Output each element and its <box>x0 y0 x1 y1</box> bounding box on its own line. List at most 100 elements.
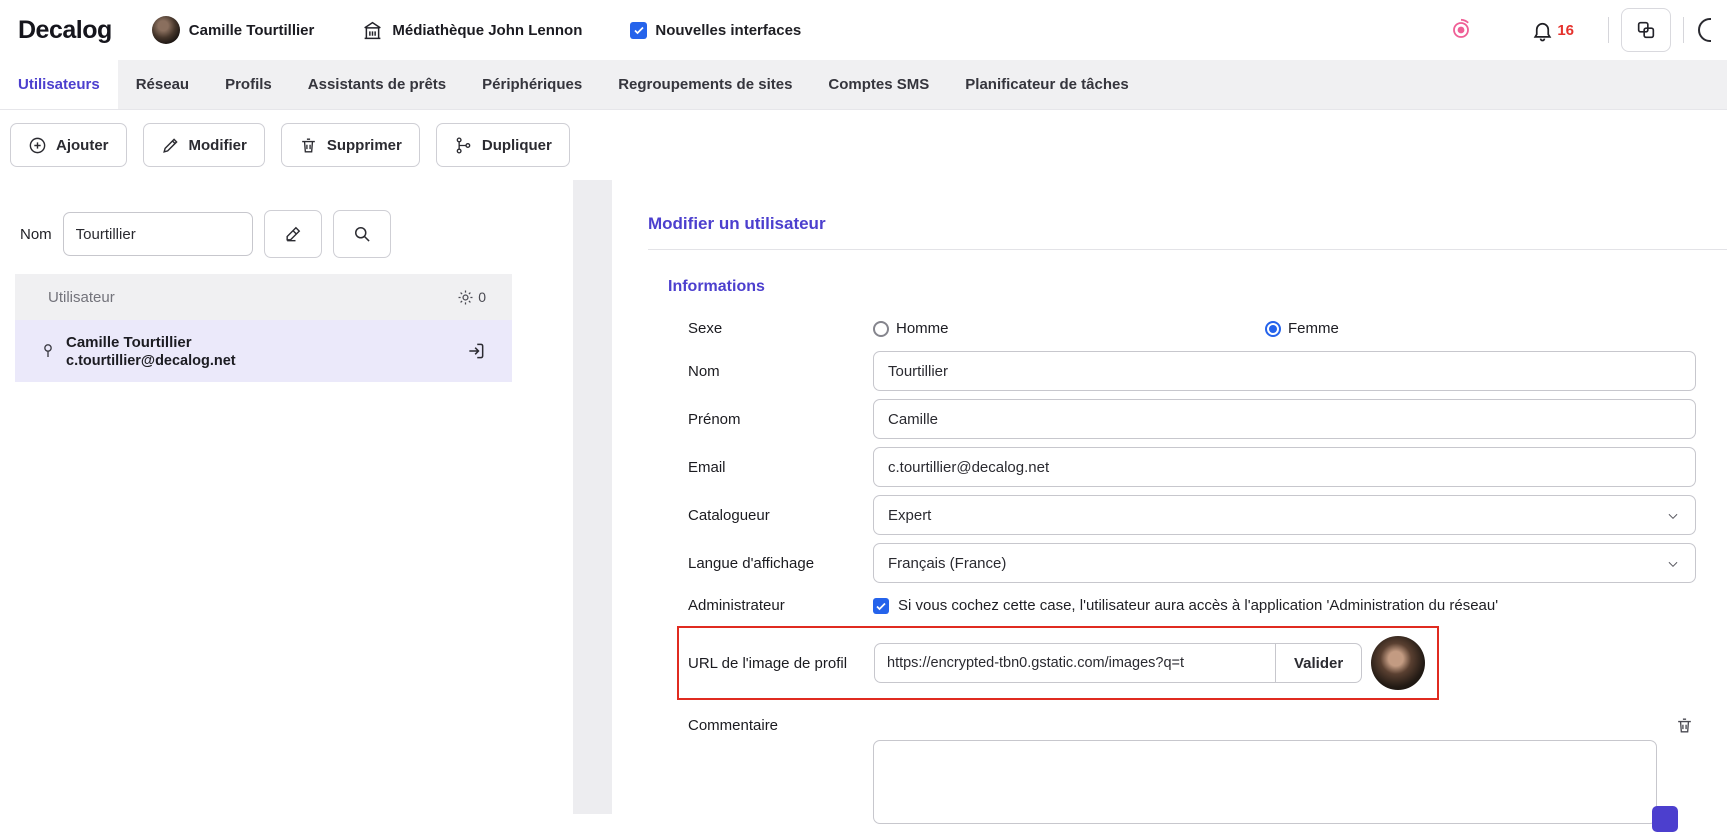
page-title: Modifier un utilisateur <box>648 214 1727 234</box>
eraser-icon <box>283 224 303 244</box>
title-divider <box>648 249 1727 250</box>
commentaire-row: Commentaire <box>688 716 1696 824</box>
tab-planificateur-de-taches[interactable]: Planificateur de tâches <box>947 60 1146 109</box>
edit-button[interactable]: Modifier <box>143 123 265 167</box>
delete-button[interactable]: Supprimer <box>281 123 420 167</box>
admin-row: Administrateur Si vous cochez cette case… <box>688 597 1696 614</box>
delete-button-label: Supprimer <box>327 137 402 154</box>
library-icon <box>362 20 383 41</box>
user-identity: Camille Tourtillier c.tourtillier@decalo… <box>66 334 236 369</box>
user-list-item-selected[interactable]: Camille Tourtillier c.tourtillier@decalo… <box>15 320 512 382</box>
langue-select[interactable]: Français (France) <box>873 543 1696 583</box>
module-tabs: Utilisateurs Réseau Profils Assistants d… <box>0 60 1727 110</box>
user-form: Sexe Homme Femme Nom <box>612 320 1727 824</box>
nom-input[interactable] <box>873 351 1696 391</box>
radio-homme-label: Homme <box>896 320 949 337</box>
logout-icon-partial[interactable] <box>1698 17 1711 43</box>
email-input[interactable] <box>873 447 1696 487</box>
current-user-chip[interactable]: Camille Tourtillier <box>152 16 315 44</box>
duplicate-button-label: Dupliquer <box>482 137 552 154</box>
catalogueur-label: Catalogueur <box>688 507 873 524</box>
top-header: Decalog Camille Tourtillier Médiathèque … <box>0 0 1727 60</box>
add-button[interactable]: Ajouter <box>10 123 127 167</box>
commentaire-controls <box>873 716 1696 824</box>
radio-checked-icon[interactable] <box>1265 321 1281 337</box>
users-list-panel: Nom Utilisateur 0 <box>0 180 573 814</box>
new-interfaces-toggle[interactable]: Nouvelles interfaces <box>630 22 801 39</box>
catalogueur-value: Expert <box>888 507 931 524</box>
scroll-top-button-partial[interactable] <box>1652 806 1678 832</box>
profile-image-url-input[interactable] <box>874 643 1276 683</box>
current-site-chip[interactable]: Médiathèque John Lennon <box>362 20 582 41</box>
tab-regroupements-de-sites[interactable]: Regroupements de sites <box>600 60 810 109</box>
notifications-button[interactable]: 16 <box>1531 19 1574 42</box>
header-divider-2 <box>1683 17 1684 43</box>
radio-unchecked-icon[interactable] <box>873 321 889 337</box>
tab-peripheriques[interactable]: Périphériques <box>464 60 600 109</box>
header-divider <box>1608 17 1609 43</box>
chevron-down-icon <box>1666 557 1680 571</box>
valider-button[interactable]: Valider <box>1276 643 1362 683</box>
checked-checkbox-icon[interactable] <box>630 22 647 39</box>
user-name: Camille Tourtillier <box>66 334 236 351</box>
sexe-label: Sexe <box>688 320 873 337</box>
trash-icon <box>299 136 318 155</box>
settings-count: 0 <box>478 289 486 305</box>
prenom-input[interactable] <box>873 399 1696 439</box>
user-list-header: Utilisateur 0 <box>15 274 512 320</box>
admin-label: Administrateur <box>688 597 873 614</box>
sexe-options: Homme Femme <box>873 320 1696 337</box>
nom-label: Nom <box>688 363 873 380</box>
radio-femme[interactable]: Femme <box>1265 320 1339 337</box>
search-icon <box>352 224 372 244</box>
panel-gap <box>573 180 612 814</box>
admin-checked-checkbox-icon[interactable] <box>873 598 889 614</box>
duplicate-button[interactable]: Dupliquer <box>436 123 570 167</box>
admin-checkbox-group[interactable]: Si vous cochez cette case, l'utilisateur… <box>873 597 1696 614</box>
profile-image-url-annotated-box: URL de l'image de profil Valider <box>677 626 1439 700</box>
chevron-down-icon <box>1666 509 1680 523</box>
decalog-logo: Decalog <box>18 16 112 45</box>
user-email: c.tourtillier@decalog.net <box>66 353 236 369</box>
search-button[interactable] <box>333 210 391 258</box>
pencil-icon <box>161 136 180 155</box>
tab-assistants-de-prets[interactable]: Assistants de prêts <box>290 60 464 109</box>
modules-button[interactable] <box>1621 8 1671 52</box>
actions-toolbar: Ajouter Modifier Supprimer Dupliquer <box>0 110 1727 180</box>
prenom-label: Prénom <box>688 411 873 428</box>
admin-help-text: Si vous cochez cette case, l'utilisateur… <box>898 597 1498 614</box>
notification-count-badge: 16 <box>1557 22 1574 39</box>
tab-reseau[interactable]: Réseau <box>118 60 207 109</box>
radio-homme[interactable]: Homme <box>873 320 1265 337</box>
commentaire-label: Commentaire <box>688 716 873 734</box>
user-list-settings[interactable]: 0 <box>456 288 486 307</box>
commentaire-textarea[interactable] <box>873 740 1657 824</box>
prenom-row: Prénom <box>688 399 1696 439</box>
add-button-label: Ajouter <box>56 137 109 154</box>
email-label: Email <box>688 459 873 476</box>
assistance-icon[interactable] <box>1449 18 1473 42</box>
tab-comptes-sms[interactable]: Comptes SMS <box>810 60 947 109</box>
duplicate-icon <box>454 136 473 155</box>
name-filter-input[interactable] <box>63 212 253 256</box>
edit-user-panel: Modifier un utilisateur Informations Sex… <box>612 180 1727 814</box>
nom-row: Nom <box>688 351 1696 391</box>
new-interfaces-label: Nouvelles interfaces <box>655 22 801 39</box>
langue-row: Langue d'affichage Français (France) <box>688 543 1696 583</box>
clear-comment-trash-icon[interactable] <box>1675 716 1694 735</box>
login-as-icon[interactable] <box>466 341 486 361</box>
tab-utilisateurs[interactable]: Utilisateurs <box>0 60 118 109</box>
gender-icon <box>39 342 57 360</box>
url-label: URL de l'image de profil <box>688 655 874 672</box>
catalogueur-select[interactable]: Expert <box>873 495 1696 535</box>
tab-profils[interactable]: Profils <box>207 60 290 109</box>
email-row: Email <box>688 447 1696 487</box>
langue-value: Français (France) <box>888 555 1006 572</box>
radio-femme-label: Femme <box>1288 320 1339 337</box>
clear-filter-button[interactable] <box>264 210 322 258</box>
profile-image-preview <box>1371 636 1425 690</box>
plus-circle-icon <box>28 136 47 155</box>
langue-label: Langue d'affichage <box>688 555 873 572</box>
content-area: Nom Utilisateur 0 <box>0 180 1727 814</box>
user-search-row: Nom <box>0 210 573 258</box>
